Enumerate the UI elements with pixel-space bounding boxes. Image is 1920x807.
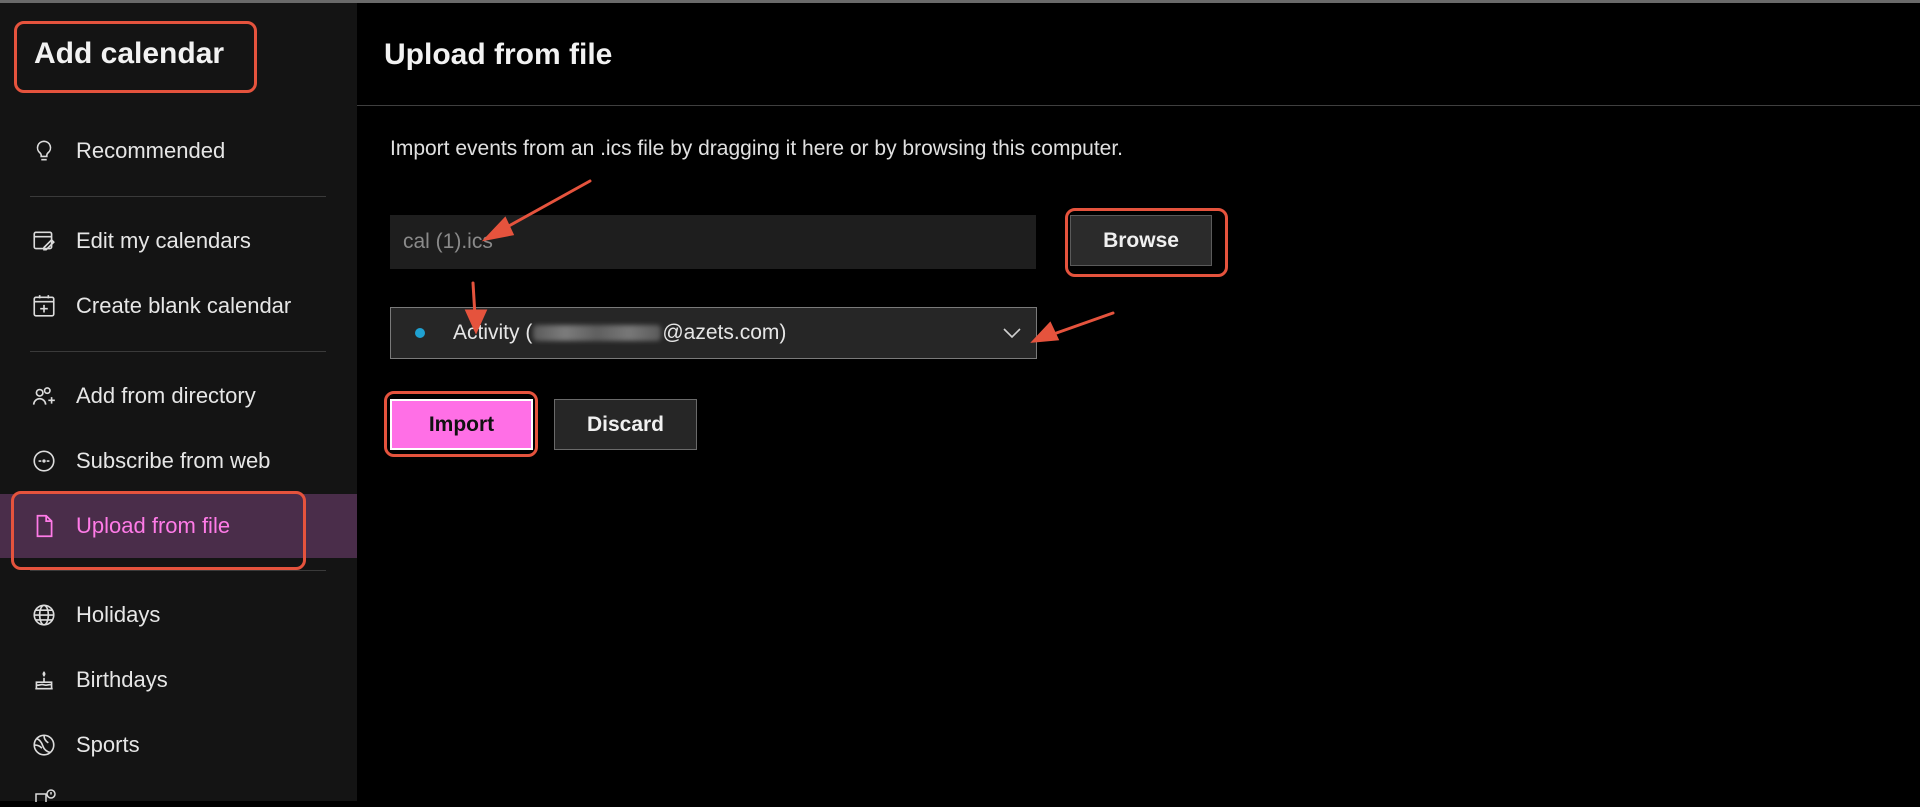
sidebar-item-label: Recommended xyxy=(76,138,226,163)
chevron-down-icon xyxy=(1003,328,1021,339)
calendar-name: Activity ( xyxy=(453,321,533,344)
calendar-select-value: Activity ( @azets.com) xyxy=(453,321,786,345)
cake-icon xyxy=(30,666,58,694)
calendar-add-icon xyxy=(30,292,58,320)
sidebar-item-label: Add from directory xyxy=(76,383,256,408)
globe-icon xyxy=(30,601,58,629)
people-add-icon xyxy=(30,382,58,410)
sidebar-item-recommended[interactable]: Recommended xyxy=(0,119,357,183)
more-item-icon xyxy=(32,788,58,807)
sidebar: Add calendar Recommended Edit my calenda… xyxy=(0,3,357,802)
redacted-email xyxy=(533,325,662,341)
divider xyxy=(30,570,326,571)
page-title: Upload from file xyxy=(384,38,613,71)
browse-button[interactable]: Browse xyxy=(1070,215,1212,266)
sidebar-item-label: Subscribe from web xyxy=(76,448,271,473)
sidebar-item-sports[interactable]: Sports xyxy=(0,713,357,777)
calendar-select-dropdown[interactable]: Activity ( @azets.com) xyxy=(390,307,1037,359)
calendar-edit-icon xyxy=(30,227,58,255)
sidebar-item-label: Holidays xyxy=(76,602,161,627)
sidebar-item-holidays[interactable]: Holidays xyxy=(0,583,357,647)
lightbulb-icon xyxy=(30,137,58,165)
document-icon xyxy=(30,512,58,540)
annotation-arrow xyxy=(1046,311,1115,338)
link-circle-icon xyxy=(30,447,58,475)
sidebar-item-birthdays[interactable]: Birthdays xyxy=(0,648,357,712)
sidebar-item-edit-my-calendars[interactable]: Edit my calendars xyxy=(0,209,357,273)
upload-description: Import events from an .ics file by dragg… xyxy=(390,137,1124,160)
calendar-email-domain: @azets.com) xyxy=(662,321,787,344)
sidebar-title: Add calendar xyxy=(34,37,225,70)
sidebar-item-label: Create blank calendar xyxy=(76,293,292,318)
sports-ball-icon xyxy=(30,731,58,759)
sidebar-item-label: Birthdays xyxy=(76,667,168,692)
sidebar-item-subscribe-from-web[interactable]: Subscribe from web xyxy=(0,429,357,493)
header-divider xyxy=(357,105,1920,106)
sidebar-item-label: Edit my calendars xyxy=(76,228,251,253)
sidebar-item-create-blank-calendar[interactable]: Create blank calendar xyxy=(0,274,357,338)
sidebar-item-label: Sports xyxy=(76,732,140,757)
import-button[interactable]: Import xyxy=(390,399,533,450)
divider xyxy=(30,351,326,352)
sidebar-item-upload-from-file[interactable]: Upload from file xyxy=(0,494,357,558)
divider xyxy=(30,196,326,197)
annotation-arrowhead xyxy=(1030,321,1060,343)
sidebar-item-add-from-directory[interactable]: Add from directory xyxy=(0,364,357,428)
file-name-field[interactable] xyxy=(390,215,1036,269)
sidebar-item-label: Upload from file xyxy=(76,513,231,538)
discard-button[interactable]: Discard xyxy=(554,399,697,450)
calendar-color-dot xyxy=(415,328,425,338)
